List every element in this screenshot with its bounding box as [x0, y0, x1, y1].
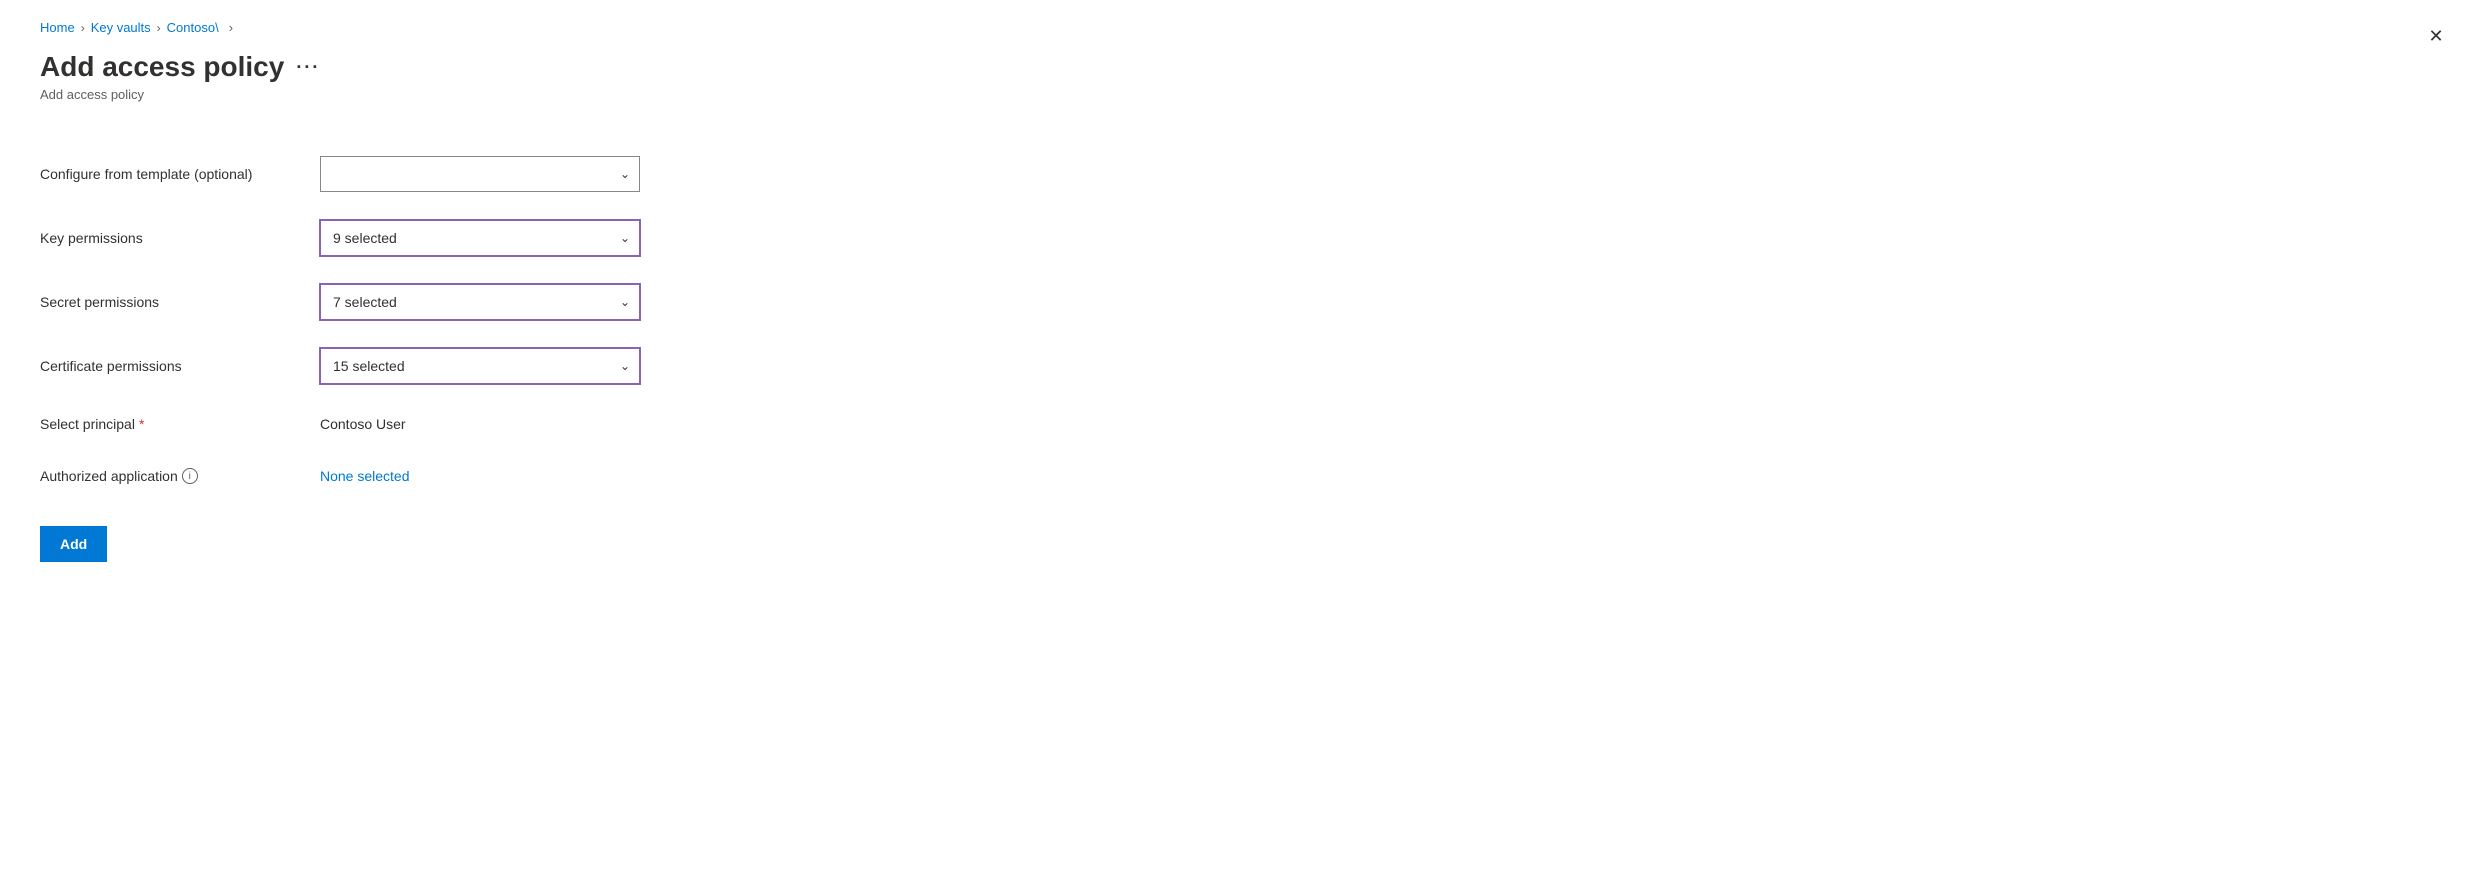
page-title: Add access policy — [40, 51, 284, 83]
add-button[interactable]: Add — [40, 526, 107, 562]
principal-value-container: Contoso User — [320, 416, 640, 432]
configure-template-wrapper: ⌄ — [320, 156, 640, 192]
certificate-permissions-label: Certificate permissions — [40, 358, 320, 374]
add-button-container: Add — [40, 502, 1160, 562]
key-permissions-label: Key permissions — [40, 230, 320, 246]
breadcrumb-expand-icon[interactable]: › — [229, 20, 233, 35]
configure-template-row: Configure from template (optional) ⌄ — [40, 142, 1160, 206]
breadcrumb-keyvaults[interactable]: Key vaults — [91, 20, 151, 35]
breadcrumb-contoso[interactable]: Contoso\ — [167, 20, 219, 35]
none-selected-link[interactable]: None selected — [320, 468, 410, 484]
secret-permissions-label: Secret permissions — [40, 294, 320, 310]
breadcrumb-home[interactable]: Home — [40, 20, 75, 35]
configure-template-label: Configure from template (optional) — [40, 166, 320, 182]
authorized-application-value-container: None selected — [320, 468, 640, 484]
key-permissions-value: 9 selected — [333, 230, 397, 246]
secret-permissions-value: 7 selected — [333, 294, 397, 310]
key-permissions-row: Key permissions 9 selected ⌄ — [40, 206, 1160, 270]
principal-value: Contoso User — [320, 416, 406, 432]
configure-template-select[interactable] — [320, 156, 640, 192]
breadcrumb: Home › Key vaults › Contoso\ › — [40, 20, 1160, 35]
secret-permissions-wrapper: 7 selected ⌄ — [320, 284, 640, 320]
authorized-application-row: Authorized application i None selected — [40, 450, 1160, 502]
authorized-application-label: Authorized application i — [40, 468, 320, 484]
form-container: Configure from template (optional) ⌄ Key… — [40, 142, 1160, 562]
certificate-permissions-value: 15 selected — [333, 358, 405, 374]
certificate-permissions-row: Certificate permissions 15 selected ⌄ — [40, 334, 1160, 398]
required-star: * — [139, 416, 144, 432]
breadcrumb-sep-1: › — [81, 21, 85, 35]
breadcrumb-sep-2: › — [157, 21, 161, 35]
key-permissions-wrapper: 9 selected ⌄ — [320, 220, 640, 256]
key-permissions-select[interactable]: 9 selected — [320, 220, 640, 256]
certificate-permissions-wrapper: 15 selected ⌄ — [320, 348, 640, 384]
certificate-permissions-select[interactable]: 15 selected — [320, 348, 640, 384]
more-options-button[interactable]: ··· — [296, 57, 320, 78]
secret-permissions-select[interactable]: 7 selected — [320, 284, 640, 320]
select-principal-label: Select principal * — [40, 416, 320, 432]
header-row: Add access policy ··· — [40, 51, 1160, 83]
secret-permissions-row: Secret permissions 7 selected ⌄ — [40, 270, 1160, 334]
select-principal-row: Select principal * Contoso User — [40, 398, 1160, 450]
info-icon[interactable]: i — [182, 468, 198, 484]
close-button[interactable]: ✕ — [2420, 20, 2452, 52]
page-subtitle: Add access policy — [40, 87, 1160, 102]
